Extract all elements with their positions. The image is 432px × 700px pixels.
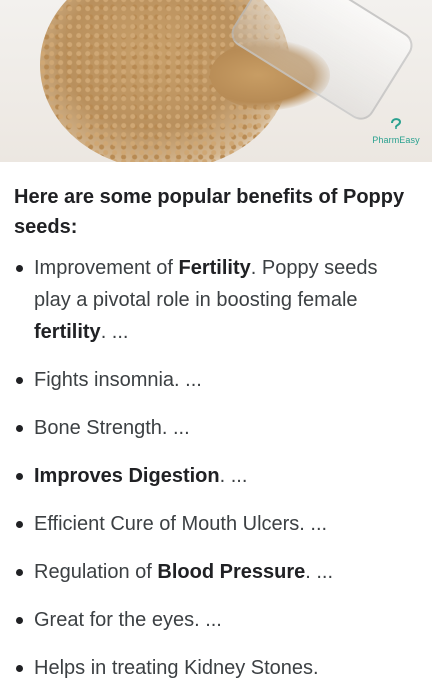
list-item: Great for the eyes. ...	[14, 604, 418, 636]
section-heading: Here are some popular benefits of Poppy …	[14, 186, 405, 238]
pharmeasy-logo-icon	[391, 118, 402, 129]
list-item: Fights insomnia. ...	[14, 364, 418, 396]
hero-image[interactable]: PharmEasy	[0, 0, 432, 162]
list-item: Improves Digestion. ...	[14, 460, 418, 492]
benefits-list: Improvement of Fertility. Poppy seeds pl…	[14, 252, 418, 684]
list-item: Helps in treating Kidney Stones.	[14, 652, 418, 684]
list-item: Regulation of Blood Pressure. ...	[14, 556, 418, 588]
list-item: Efficient Cure of Mouth Ulcers. ...	[14, 508, 418, 540]
article-content: Here are some popular benefits of Poppy …	[0, 162, 432, 684]
list-item: Bone Strength. ...	[14, 412, 418, 444]
list-item: Improvement of Fertility. Poppy seeds pl…	[14, 252, 418, 348]
brand-logo: PharmEasy	[366, 115, 426, 148]
brand-logo-text: PharmEasy	[372, 135, 420, 145]
